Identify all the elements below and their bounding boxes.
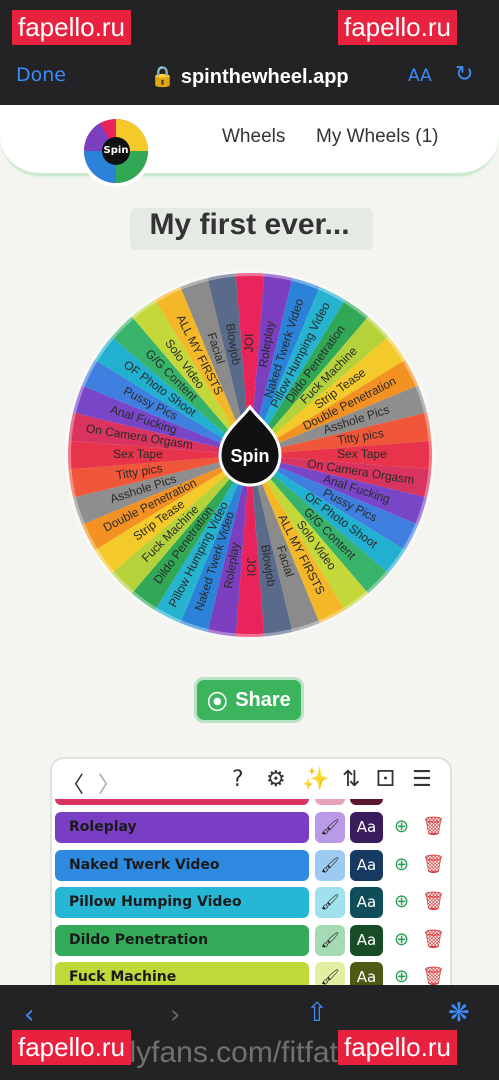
help-icon[interactable]: ? [232,767,244,792]
logo-hub: Spin [102,137,130,165]
watermark-bottom-left: fapello.ru [12,1030,131,1065]
partial-font-button [350,799,383,805]
trash-icon[interactable]: 🗑 [422,854,445,875]
url-text: spinthewheel.app [180,66,349,88]
watermark-top-right: fapello.ru [338,10,457,45]
spin-wheel[interactable]: JOI RoleplayNaked Twerk VideoPillow Humpi… [65,270,435,640]
entry-input[interactable]: Pillow Humping Video [55,887,309,918]
share-label: Share [235,688,291,711]
entry-input[interactable]: Dildo Penetration [55,924,309,956]
list-icon[interactable]: ☰ [412,767,432,792]
paint-bucket-icon[interactable]: 🖌 [315,887,345,918]
trash-icon[interactable]: 🗑 [422,966,445,987]
spin-label: Spin [231,446,270,466]
wheel-segment-label: Sex Tape [113,447,163,461]
forward-circle-icon[interactable]: 〉 [98,767,120,799]
duplicate-icon[interactable]: ⊕ [394,891,409,912]
sort-icon[interactable]: ⇅ [342,767,360,792]
entry-input[interactable]: Naked Twerk Video [55,849,309,881]
font-color-button[interactable]: Aa [350,849,383,881]
partial-entry-row [55,799,309,805]
forward-arrow-icon[interactable]: › [170,1000,180,1030]
refresh-icon[interactable]: ↻ [455,62,473,87]
duplicate-icon[interactable]: ⊕ [394,929,409,950]
nav-wheels-link[interactable]: Wheels [222,126,285,148]
dice-icon[interactable]: ⚀ [376,767,395,792]
text-size-button[interactable]: AA [408,66,432,86]
duplicate-icon[interactable]: ⊕ [394,966,409,987]
watermark-top-left: fapello.ru [12,10,131,45]
partial-paint-button [315,799,345,805]
font-color-button[interactable]: Aa [350,924,383,956]
wheel-segment-label: Sex Tape [337,447,387,461]
share-icon[interactable]: ⇧ [306,998,328,1028]
font-color-button[interactable]: Aa [350,812,383,843]
back-circle-icon[interactable]: 〈 [62,767,84,799]
entry-input[interactable]: Roleplay [55,812,309,843]
trash-icon[interactable]: 🗑 [422,816,445,837]
trash-icon[interactable]: 🗑 [422,891,445,912]
compass-icon[interactable]: ❋ [448,998,470,1028]
sparkle-icon[interactable]: ✨ [302,767,329,792]
font-color-button[interactable]: Aa [350,887,383,918]
share-button[interactable]: ⦿ Share [194,677,304,723]
share-nodes-icon: ⦿ [207,691,228,714]
wheel-segment-label: JOI [244,558,258,577]
paint-bucket-icon[interactable]: 🖌 [315,924,345,956]
wheel-segment-label: JOI [242,334,256,353]
nav-my-wheels-link[interactable]: My Wheels (1) [316,126,438,148]
watermark-bottom-right: fapello.ru [338,1030,457,1065]
paint-bucket-icon[interactable]: 🖌 [315,812,345,843]
paint-bucket-icon[interactable]: 🖌 [315,849,345,881]
lock-icon: 🔒 [150,66,176,88]
back-arrow-icon[interactable]: ‹ [24,1000,34,1030]
settings-icon[interactable]: ⚙ [266,767,286,792]
wheel-title[interactable]: My first ever... [0,208,499,242]
duplicate-icon[interactable]: ⊕ [394,816,409,837]
entries-editor: 〈 〉 ? ⚙ ✨ ⇅ ⚀ ☰ Roleplay 🖌 Aa ⊕ 🗑 Naked Twerk… [50,757,452,1001]
duplicate-icon[interactable]: ⊕ [394,854,409,875]
trash-icon[interactable]: 🗑 [422,929,445,950]
